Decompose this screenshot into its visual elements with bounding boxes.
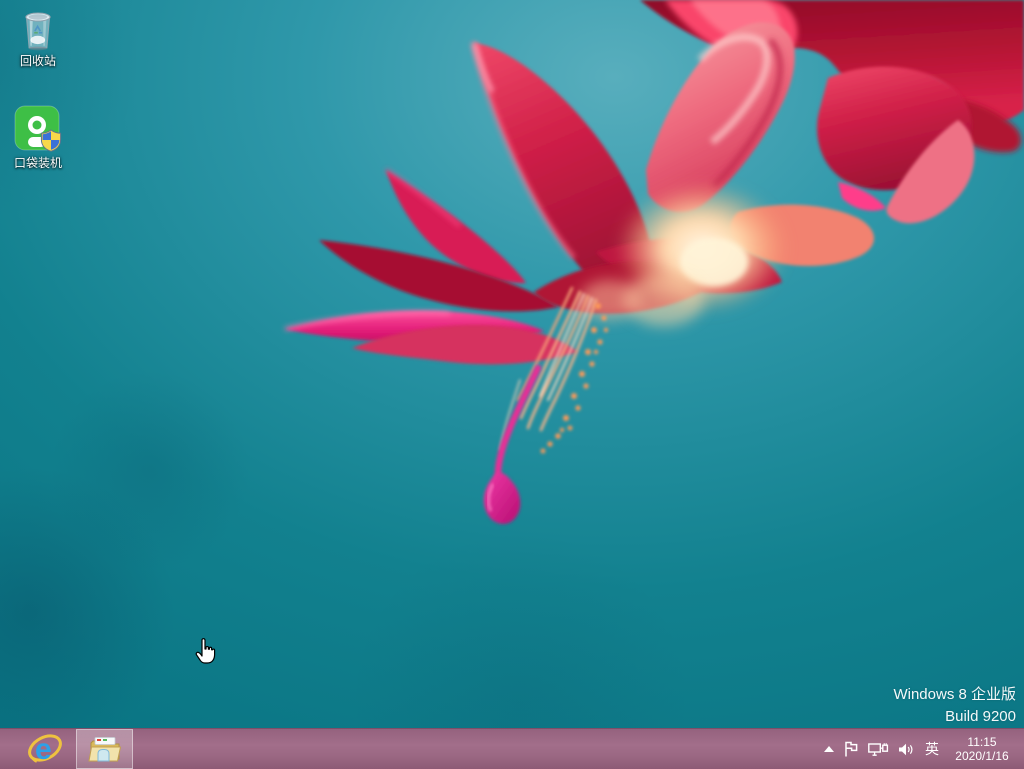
clock-time: 11:15: [967, 735, 996, 749]
system-tray: 英 11:15 2020/1/16: [823, 729, 1024, 769]
taskbar: e: [0, 728, 1024, 769]
show-hidden-icons-button[interactable]: [823, 745, 835, 753]
volume-tray-item[interactable]: [898, 742, 914, 757]
flag-icon: [844, 741, 859, 757]
taskbar-file-explorer-button[interactable]: [76, 729, 133, 769]
recycle-bin-icon: [18, 8, 58, 52]
watermark-edition: Windows 8 企业版: [893, 684, 1016, 706]
desktop: 回收站 口袋装机 Windows 8 企业版 Build 9200: [0, 0, 1024, 769]
watermark-build: Build 9200: [893, 706, 1016, 728]
tray-clock[interactable]: 11:15 2020/1/16: [950, 735, 1014, 763]
windows-watermark: Windows 8 企业版 Build 9200: [893, 684, 1016, 728]
desktop-icon-recycle-bin[interactable]: 回收站: [0, 8, 76, 68]
desktop-icon-pocket-install[interactable]: 口袋装机: [0, 104, 76, 170]
network-tray-item[interactable]: [868, 742, 889, 757]
network-icon: [868, 742, 889, 757]
recycle-bin-label: 回收站: [20, 54, 56, 68]
language-indicator[interactable]: 英: [923, 742, 941, 756]
pocket-install-icon: [13, 104, 63, 154]
internet-explorer-icon: e: [27, 732, 63, 766]
action-center-tray-item[interactable]: [844, 741, 859, 757]
chevron-up-icon: [823, 745, 835, 753]
file-explorer-icon: [88, 735, 122, 763]
pocket-install-label: 口袋装机: [14, 156, 62, 170]
svg-text:e: e: [35, 733, 52, 766]
taskbar-internet-explorer-button[interactable]: e: [22, 729, 68, 769]
wallpaper-flower-image: [0, 0, 1024, 769]
uac-shield-icon: [41, 130, 60, 151]
speaker-icon: [898, 742, 914, 757]
clock-date: 2020/1/16: [955, 749, 1008, 763]
